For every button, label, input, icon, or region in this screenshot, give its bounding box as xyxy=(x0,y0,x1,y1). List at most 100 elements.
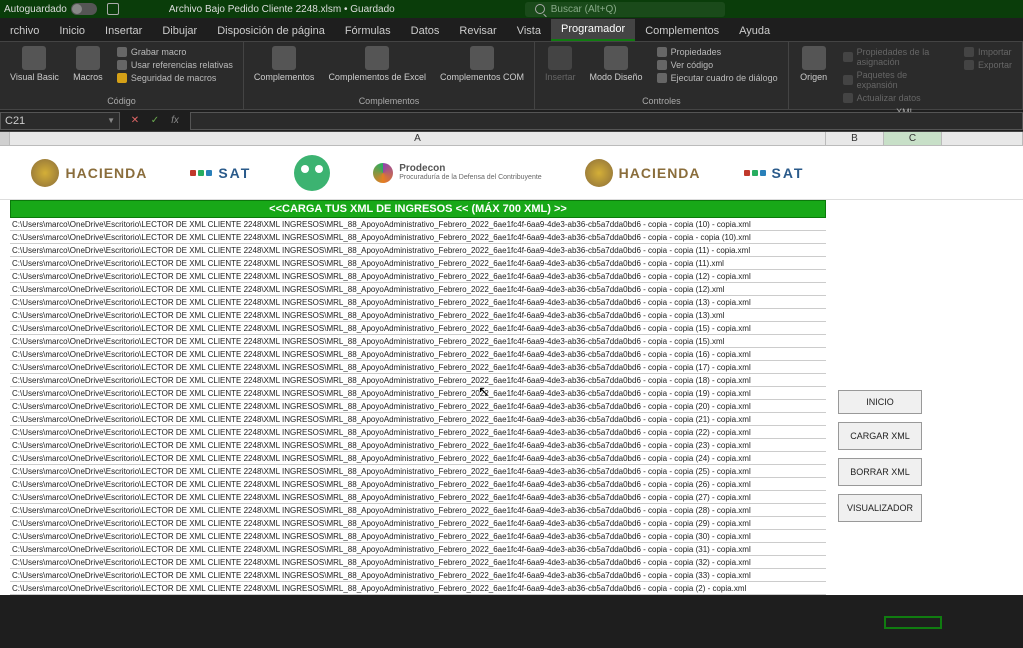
group-controles: Insertar Modo Diseño Propiedades Ver cód… xyxy=(535,42,789,109)
file-path-row[interactable]: C:\Users\marco\OneDrive\Escritorio\LECTO… xyxy=(10,296,826,309)
borrar-xml-button[interactable]: BORRAR XML xyxy=(838,458,922,486)
file-path-row[interactable]: C:\Users\marco\OneDrive\Escritorio\LECTO… xyxy=(10,543,826,556)
file-path-row[interactable]: C:\Users\marco\OneDrive\Escritorio\LECTO… xyxy=(10,231,826,244)
com-addins-icon xyxy=(470,46,494,70)
file-path-row[interactable]: C:\Users\marco\OneDrive\Escritorio\LECTO… xyxy=(10,270,826,283)
warning-icon xyxy=(117,73,127,83)
col-header-b[interactable]: B xyxy=(826,132,884,145)
group-label: Complementos xyxy=(248,95,530,107)
visual-basic-button[interactable]: Visual Basic xyxy=(4,44,65,84)
addins-icon xyxy=(272,46,296,70)
refs-icon xyxy=(117,60,127,70)
col-header-a[interactable]: A xyxy=(10,132,826,145)
export-button: Exportar xyxy=(962,59,1014,71)
record-macro-button[interactable]: Grabar macro xyxy=(115,46,235,58)
macro-security-button[interactable]: Seguridad de macros xyxy=(115,72,235,84)
tab-complementos[interactable]: Complementos xyxy=(635,21,729,41)
search-box[interactable]: Buscar (Alt+Q) xyxy=(525,2,725,17)
addins-button[interactable]: Complementos xyxy=(248,44,321,84)
tab-inicio[interactable]: Inicio xyxy=(49,21,95,41)
col-header-rest[interactable] xyxy=(942,132,1023,145)
file-path-row[interactable]: C:\Users\marco\OneDrive\Escritorio\LECTO… xyxy=(10,491,826,504)
tab-vista[interactable]: Vista xyxy=(507,21,551,41)
file-path-row[interactable]: C:\Users\marco\OneDrive\Escritorio\LECTO… xyxy=(10,335,826,348)
expansion-button: Paquetes de expansión xyxy=(841,69,952,91)
ribbon-tabs: rchivoInicioInsertarDibujarDisposición d… xyxy=(0,18,1023,42)
run-dialog-button[interactable]: Ejecutar cuadro de diálogo xyxy=(655,72,780,84)
com-addins-button[interactable]: Complementos COM xyxy=(434,44,530,84)
file-path-row[interactable]: C:\Users\marco\OneDrive\Escritorio\LECTO… xyxy=(10,257,826,270)
file-path-row[interactable]: C:\Users\marco\OneDrive\Escritorio\LECTO… xyxy=(10,387,826,400)
file-path-row[interactable]: C:\Users\marco\OneDrive\Escritorio\LECTO… xyxy=(10,465,826,478)
tab-ayuda[interactable]: Ayuda xyxy=(729,21,780,41)
insert-control-button[interactable]: Insertar xyxy=(539,44,582,84)
title-bar: Autoguardado Archivo Bajo Pedido Cliente… xyxy=(0,0,1023,18)
autosave-toggle[interactable]: Autoguardado xyxy=(4,3,97,15)
excel-addins-button[interactable]: Complementos de Excel xyxy=(322,44,432,84)
select-all-corner[interactable] xyxy=(0,132,10,145)
mascot-icon xyxy=(294,155,330,191)
save-icon[interactable] xyxy=(107,3,119,15)
relative-refs-button[interactable]: Usar referencias relativas xyxy=(115,59,235,71)
file-path-row[interactable]: C:\Users\marco\OneDrive\Escritorio\LECTO… xyxy=(10,517,826,530)
file-path-row[interactable]: C:\Users\marco\OneDrive\Escritorio\LECTO… xyxy=(10,439,826,452)
file-path-row[interactable]: C:\Users\marco\OneDrive\Escritorio\LECTO… xyxy=(10,530,826,543)
tab-insertar[interactable]: Insertar xyxy=(95,21,152,41)
group-codigo: Visual Basic Macros Grabar macro Usar re… xyxy=(0,42,244,109)
macros-button[interactable]: Macros xyxy=(67,44,109,84)
name-box[interactable]: C21▼ xyxy=(0,112,120,130)
ribbon: Visual Basic Macros Grabar macro Usar re… xyxy=(0,42,1023,110)
design-mode-button[interactable]: Modo Diseño xyxy=(584,44,649,84)
import-button: Importar xyxy=(962,46,1014,58)
file-path-row[interactable]: C:\Users\marco\OneDrive\Escritorio\LECTO… xyxy=(10,374,826,387)
banner[interactable]: <<CARGA TUS XML DE INGRESOS << (MÁX 700 … xyxy=(10,200,826,218)
prodecon-logo: Prodecon Procuraduría de la Defensa del … xyxy=(373,163,541,183)
file-path-row[interactable]: C:\Users\marco\OneDrive\Escritorio\LECTO… xyxy=(10,569,826,582)
file-path-row[interactable]: C:\Users\marco\OneDrive\Escritorio\LECTO… xyxy=(10,582,826,595)
autosave-label: Autoguardado xyxy=(4,4,67,15)
file-path-row[interactable]: C:\Users\marco\OneDrive\Escritorio\LECTO… xyxy=(10,361,826,374)
file-path-row[interactable]: C:\Users\marco\OneDrive\Escritorio\LECTO… xyxy=(10,478,826,491)
file-path-row[interactable]: C:\Users\marco\OneDrive\Escritorio\LECTO… xyxy=(10,283,826,296)
file-path-row[interactable]: C:\Users\marco\OneDrive\Escritorio\LECTO… xyxy=(10,556,826,569)
worksheet[interactable]: A B C HACIENDA SAT Prodecon Procuraduría… xyxy=(0,132,1023,595)
col-header-c[interactable]: C xyxy=(884,132,942,145)
origin-button[interactable]: Origen xyxy=(793,44,835,84)
file-path-row[interactable]: C:\Users\marco\OneDrive\Escritorio\LECTO… xyxy=(10,244,826,257)
tab-disposición-de-página[interactable]: Disposición de página xyxy=(207,21,335,41)
excel-addins-icon xyxy=(365,46,389,70)
file-path-row[interactable]: C:\Users\marco\OneDrive\Escritorio\LECTO… xyxy=(10,413,826,426)
view-code-button[interactable]: Ver código xyxy=(655,59,780,71)
file-path-row[interactable]: C:\Users\marco\OneDrive\Escritorio\LECTO… xyxy=(10,322,826,335)
file-path-row[interactable]: C:\Users\marco\OneDrive\Escritorio\LECTO… xyxy=(10,452,826,465)
export-icon xyxy=(964,60,974,70)
visualizador-button[interactable]: VISUALIZADOR xyxy=(838,494,922,522)
properties-button[interactable]: Propiedades xyxy=(655,46,780,58)
tab-dibujar[interactable]: Dibujar xyxy=(152,21,207,41)
hacienda-logo-1: HACIENDA xyxy=(31,159,147,187)
tab-datos[interactable]: Datos xyxy=(401,21,450,41)
formula-input[interactable] xyxy=(190,112,1023,130)
tab-fórmulas[interactable]: Fórmulas xyxy=(335,21,401,41)
file-path-row[interactable]: C:\Users\marco\OneDrive\Escritorio\LECTO… xyxy=(10,348,826,361)
file-path-row[interactable]: C:\Users\marco\OneDrive\Escritorio\LECTO… xyxy=(10,400,826,413)
selected-cell[interactable] xyxy=(884,616,942,629)
cancel-icon[interactable]: ✕ xyxy=(128,114,142,128)
file-path-row[interactable]: C:\Users\marco\OneDrive\Escritorio\LECTO… xyxy=(10,426,826,439)
tab-revisar[interactable]: Revisar xyxy=(449,21,506,41)
refresh-icon xyxy=(843,93,853,103)
map-props-button: Propiedades de la asignación xyxy=(841,46,952,68)
props-icon xyxy=(657,47,667,57)
file-path-row[interactable]: C:\Users\marco\OneDrive\Escritorio\LECTO… xyxy=(10,504,826,517)
tab-programador[interactable]: Programador xyxy=(551,19,635,41)
cargar-xml-button[interactable]: CARGAR XML xyxy=(838,422,922,450)
fx-icon[interactable]: fx xyxy=(168,114,182,128)
tab-rchivo[interactable]: rchivo xyxy=(0,21,49,41)
toggle-switch[interactable] xyxy=(71,3,97,15)
file-path-row[interactable]: C:\Users\marco\OneDrive\Escritorio\LECTO… xyxy=(10,309,826,322)
chevron-down-icon[interactable]: ▼ xyxy=(107,116,115,125)
file-path-row[interactable]: C:\Users\marco\OneDrive\Escritorio\LECTO… xyxy=(10,218,826,231)
column-headers: A B C xyxy=(0,132,1023,146)
accept-icon[interactable]: ✓ xyxy=(148,114,162,128)
inicio-button[interactable]: INICIO xyxy=(838,390,922,414)
